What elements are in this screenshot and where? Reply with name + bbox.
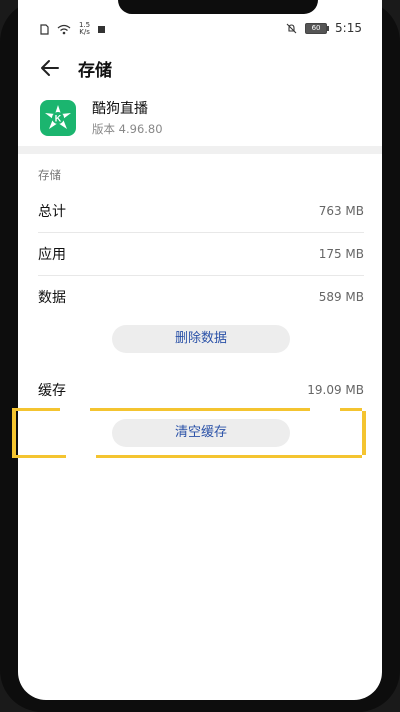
- status-bar-right: 60 5:15: [286, 21, 362, 35]
- highlight-top-mid: [90, 408, 310, 411]
- row-value: 175 MB: [318, 247, 364, 261]
- back-arrow-icon[interactable]: [38, 56, 62, 80]
- row-label: 数据: [38, 290, 66, 306]
- storage-row-total: 总计 763 MB: [38, 190, 364, 232]
- row-value: 589 MB: [318, 290, 364, 304]
- phone-frame: 1.5 K/s 60 5:15 存储 K 酷狗直播 版本 4.96.80 存储 …: [0, 0, 400, 712]
- highlight-box: [12, 411, 366, 455]
- battery-icon: 60: [305, 22, 330, 34]
- app-screen: 1.5 K/s 60 5:15 存储 K 酷狗直播 版本 4.96.80 存储 …: [18, 0, 382, 700]
- section-divider: [18, 146, 382, 154]
- cache-value: 19.09 MB: [307, 383, 364, 397]
- kugou-live-app-icon: K: [40, 99, 76, 136]
- header: 存储: [18, 50, 382, 86]
- row-label: 总计: [38, 204, 66, 220]
- row-label: 应用: [38, 247, 66, 263]
- highlight-bottom-left: [12, 455, 66, 458]
- app-texts: 酷狗直播 版本 4.96.80: [92, 98, 163, 137]
- status-bar-left: 1.5 K/s: [40, 22, 106, 36]
- camera-notch: [118, 0, 318, 14]
- highlight-bottom-right: [96, 455, 362, 458]
- network-speed-unit: K/s: [79, 28, 90, 36]
- highlight-top-left: [12, 408, 60, 411]
- delete-data-button[interactable]: 删除数据: [112, 325, 290, 353]
- app-info: K 酷狗直播 版本 4.96.80: [40, 98, 163, 137]
- storage-row-data: 数据 589 MB: [38, 276, 364, 318]
- mute-icon: [286, 23, 297, 33]
- app-name: 酷狗直播: [92, 101, 148, 117]
- cache-label: 缓存: [38, 383, 66, 399]
- clock: 5:15: [335, 21, 362, 35]
- highlight-top-right: [340, 408, 362, 411]
- page-title: 存储: [78, 60, 112, 81]
- wifi-icon: [57, 24, 71, 34]
- cache-row: 缓存 19.09 MB: [38, 369, 364, 411]
- storage-row-app: 应用 175 MB: [38, 233, 364, 275]
- row-value: 763 MB: [318, 204, 364, 218]
- app-logo-icon: K: [45, 104, 71, 129]
- storage-section-label: 存储: [38, 168, 61, 182]
- notification-icon: [98, 25, 106, 33]
- svg-text:K: K: [55, 113, 62, 123]
- sim-icon: [40, 23, 49, 35]
- app-version: 版本 4.96.80: [92, 122, 163, 136]
- network-speed: 1.5 K/s: [79, 22, 90, 36]
